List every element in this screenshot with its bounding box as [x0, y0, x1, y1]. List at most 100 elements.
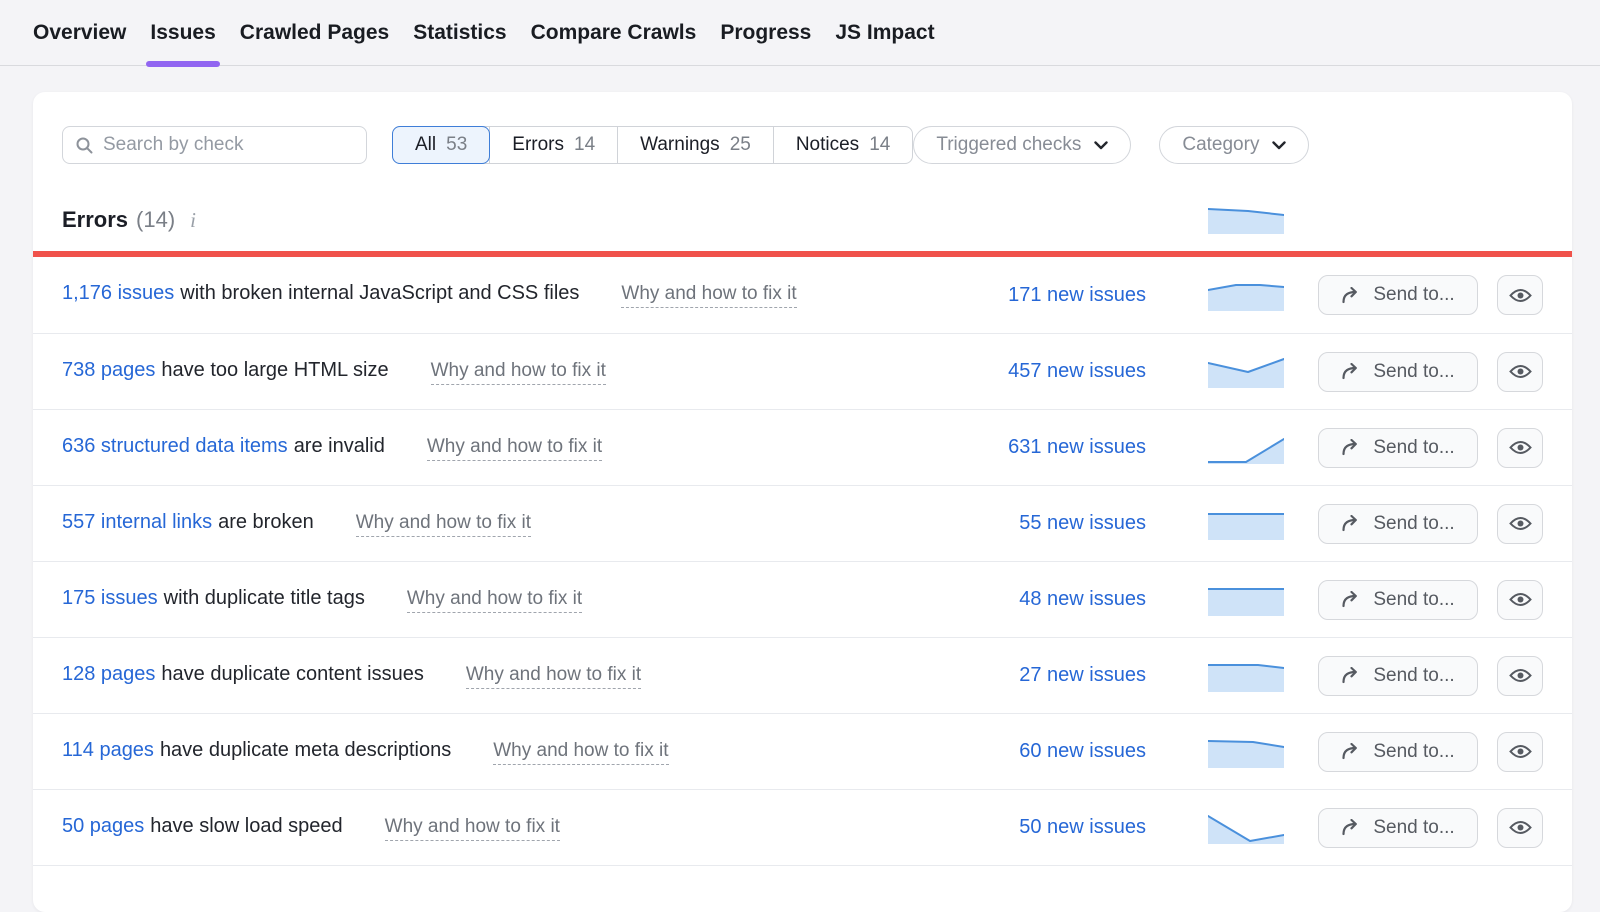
issue-row: 175 issues with duplicate title tags Why…	[33, 561, 1572, 637]
new-issues-link[interactable]: 55 new issues	[926, 512, 1146, 535]
why-how-fix-link[interactable]: Why and how to fix it	[493, 740, 668, 765]
filters-toolbar: All 53 Errors 14 Warnings 25 Notices 14 …	[33, 92, 1572, 164]
issue-row: 114 pages have duplicate meta descriptio…	[33, 713, 1572, 789]
send-arrow-icon	[1341, 591, 1362, 608]
issue-count-link[interactable]: 738 pages	[62, 359, 155, 382]
filter-all-label: All	[415, 134, 436, 156]
filter-notices-label: Notices	[796, 134, 859, 156]
section-count: (14)	[136, 207, 175, 233]
eye-icon	[1509, 515, 1532, 532]
issue-description: 636 structured data items are invalid Wh…	[62, 435, 926, 461]
send-to-button[interactable]: Send to...	[1318, 428, 1478, 468]
why-how-fix-link[interactable]: Why and how to fix it	[407, 588, 582, 613]
hide-issue-button[interactable]	[1497, 428, 1543, 468]
errors-section-header: Errors (14) i	[33, 202, 1572, 238]
tab-js-impact[interactable]: JS Impact	[835, 0, 934, 66]
send-to-button[interactable]: Send to...	[1318, 504, 1478, 544]
hide-issue-button[interactable]	[1497, 580, 1543, 620]
chevron-down-icon	[1094, 141, 1108, 150]
send-arrow-icon	[1341, 363, 1362, 380]
tab-progress[interactable]: Progress	[720, 0, 811, 66]
issue-rest-text: with duplicate title tags	[164, 587, 365, 610]
triggered-checks-dropdown[interactable]: Triggered checks	[913, 126, 1131, 164]
issue-count-link[interactable]: 128 pages	[62, 663, 155, 686]
tab-overview[interactable]: Overview	[33, 0, 126, 66]
tab-issues[interactable]: Issues	[150, 0, 215, 66]
issue-row: 128 pages have duplicate content issues …	[33, 637, 1572, 713]
info-icon[interactable]: i	[190, 208, 196, 233]
issue-count-link[interactable]: 557 internal links	[62, 511, 212, 534]
send-to-button[interactable]: Send to...	[1318, 656, 1478, 696]
issues-list: 1,176 issues with broken internal JavaSc…	[33, 257, 1572, 866]
search-input[interactable]	[103, 134, 354, 156]
why-how-fix-link[interactable]: Why and how to fix it	[427, 436, 602, 461]
filter-warnings[interactable]: Warnings 25	[617, 127, 773, 163]
new-issues-link[interactable]: 27 new issues	[926, 664, 1146, 687]
new-issues-link[interactable]: 48 new issues	[926, 588, 1146, 611]
new-issues-link[interactable]: 171 new issues	[926, 284, 1146, 307]
why-how-fix-link[interactable]: Why and how to fix it	[466, 664, 641, 689]
send-to-label: Send to...	[1373, 741, 1454, 763]
issue-rest-text: with broken internal JavaScript and CSS …	[180, 282, 579, 305]
new-issues-link[interactable]: 60 new issues	[926, 740, 1146, 763]
severity-filter-group: All 53 Errors 14 Warnings 25 Notices 14	[392, 126, 913, 164]
eye-icon	[1509, 591, 1532, 608]
section-title: Errors	[62, 207, 128, 233]
why-how-fix-link[interactable]: Why and how to fix it	[431, 360, 606, 385]
send-to-label: Send to...	[1373, 437, 1454, 459]
filter-errors-count: 14	[574, 134, 595, 156]
send-arrow-icon	[1341, 287, 1362, 304]
issue-description: 1,176 issues with broken internal JavaSc…	[62, 282, 926, 308]
hide-issue-button[interactable]	[1497, 656, 1543, 696]
issue-trend-sparkline	[1208, 356, 1284, 388]
send-to-button[interactable]: Send to...	[1318, 352, 1478, 392]
errors-trend-sparkline	[1208, 202, 1284, 234]
search-icon	[75, 136, 94, 155]
new-issues-link[interactable]: 50 new issues	[926, 816, 1146, 839]
send-to-button[interactable]: Send to...	[1318, 808, 1478, 848]
issues-panel: All 53 Errors 14 Warnings 25 Notices 14 …	[33, 92, 1572, 912]
filter-all[interactable]: All 53	[392, 126, 490, 164]
hide-issue-button[interactable]	[1497, 352, 1543, 392]
send-to-button[interactable]: Send to...	[1318, 275, 1478, 315]
why-how-fix-link[interactable]: Why and how to fix it	[356, 512, 531, 537]
tab-compare-crawls[interactable]: Compare Crawls	[531, 0, 697, 66]
tab-crawled-pages[interactable]: Crawled Pages	[240, 0, 389, 66]
filter-notices[interactable]: Notices 14	[773, 127, 913, 163]
send-to-button[interactable]: Send to...	[1318, 732, 1478, 772]
issue-description: 175 issues with duplicate title tags Why…	[62, 587, 926, 613]
hide-issue-button[interactable]	[1497, 732, 1543, 772]
category-dropdown[interactable]: Category	[1159, 126, 1309, 164]
issue-trend-sparkline	[1208, 812, 1284, 844]
issue-count-link[interactable]: 175 issues	[62, 587, 158, 610]
filter-errors[interactable]: Errors 14	[489, 127, 617, 163]
issue-trend-sparkline	[1208, 508, 1284, 540]
issue-description: 128 pages have duplicate content issues …	[62, 663, 926, 689]
send-arrow-icon	[1341, 667, 1362, 684]
new-issues-link[interactable]: 457 new issues	[926, 360, 1146, 383]
issue-count-link[interactable]: 50 pages	[62, 815, 144, 838]
why-how-fix-link[interactable]: Why and how to fix it	[621, 283, 796, 308]
issue-count-link[interactable]: 1,176 issues	[62, 282, 174, 305]
hide-issue-button[interactable]	[1497, 504, 1543, 544]
filter-notices-count: 14	[869, 134, 890, 156]
eye-icon	[1509, 743, 1532, 760]
issue-description: 738 pages have too large HTML size Why a…	[62, 359, 926, 385]
send-to-button[interactable]: Send to...	[1318, 580, 1478, 620]
tab-statistics[interactable]: Statistics	[413, 0, 506, 66]
hide-issue-button[interactable]	[1497, 808, 1543, 848]
triggered-checks-label: Triggered checks	[936, 134, 1081, 156]
new-issues-link[interactable]: 631 new issues	[926, 436, 1146, 459]
why-how-fix-link[interactable]: Why and how to fix it	[385, 816, 560, 841]
issue-count-link[interactable]: 636 structured data items	[62, 435, 288, 458]
issue-trend-sparkline	[1208, 660, 1284, 692]
send-to-label: Send to...	[1373, 284, 1454, 306]
issue-trend-sparkline	[1208, 432, 1284, 464]
issue-count-link[interactable]: 114 pages	[62, 739, 154, 762]
hide-issue-button[interactable]	[1497, 275, 1543, 315]
issue-row: 636 structured data items are invalid Wh…	[33, 409, 1572, 485]
issue-description: 114 pages have duplicate meta descriptio…	[62, 739, 926, 765]
send-to-label: Send to...	[1373, 589, 1454, 611]
eye-icon	[1509, 287, 1532, 304]
filter-errors-label: Errors	[512, 134, 564, 156]
